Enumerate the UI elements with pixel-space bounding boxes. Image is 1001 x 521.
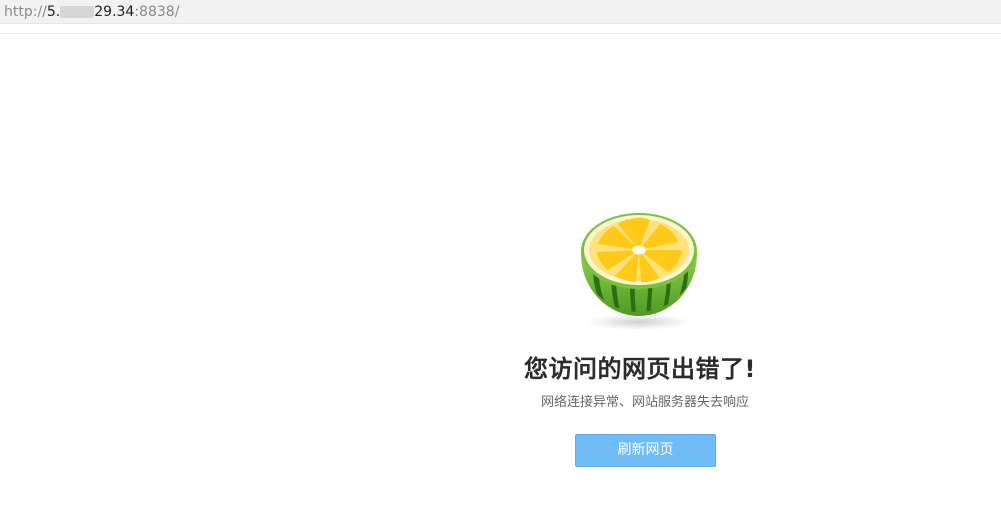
- address-bar[interactable]: http:// 5. 29.34 :8838/: [0, 0, 1001, 24]
- error-title: 您访问的网页出错了!: [524, 355, 756, 383]
- url-redaction-block: [60, 5, 95, 18]
- url-host-end: 29.34: [94, 3, 135, 20]
- url-host-start: 5.: [46, 3, 61, 20]
- address-url[interactable]: http:// 5. 29.34 :8838/: [4, 0, 179, 24]
- refresh-page-button[interactable]: 刷新网页: [575, 434, 716, 467]
- url-scheme: http://: [4, 3, 47, 20]
- error-subtitle: 网络连接异常、网站服务器失去响应: [540, 395, 749, 410]
- watermelon-lemon-icon: [570, 206, 708, 332]
- error-page-content: [0, 33, 1001, 521]
- url-port-path: :8838/: [134, 3, 180, 20]
